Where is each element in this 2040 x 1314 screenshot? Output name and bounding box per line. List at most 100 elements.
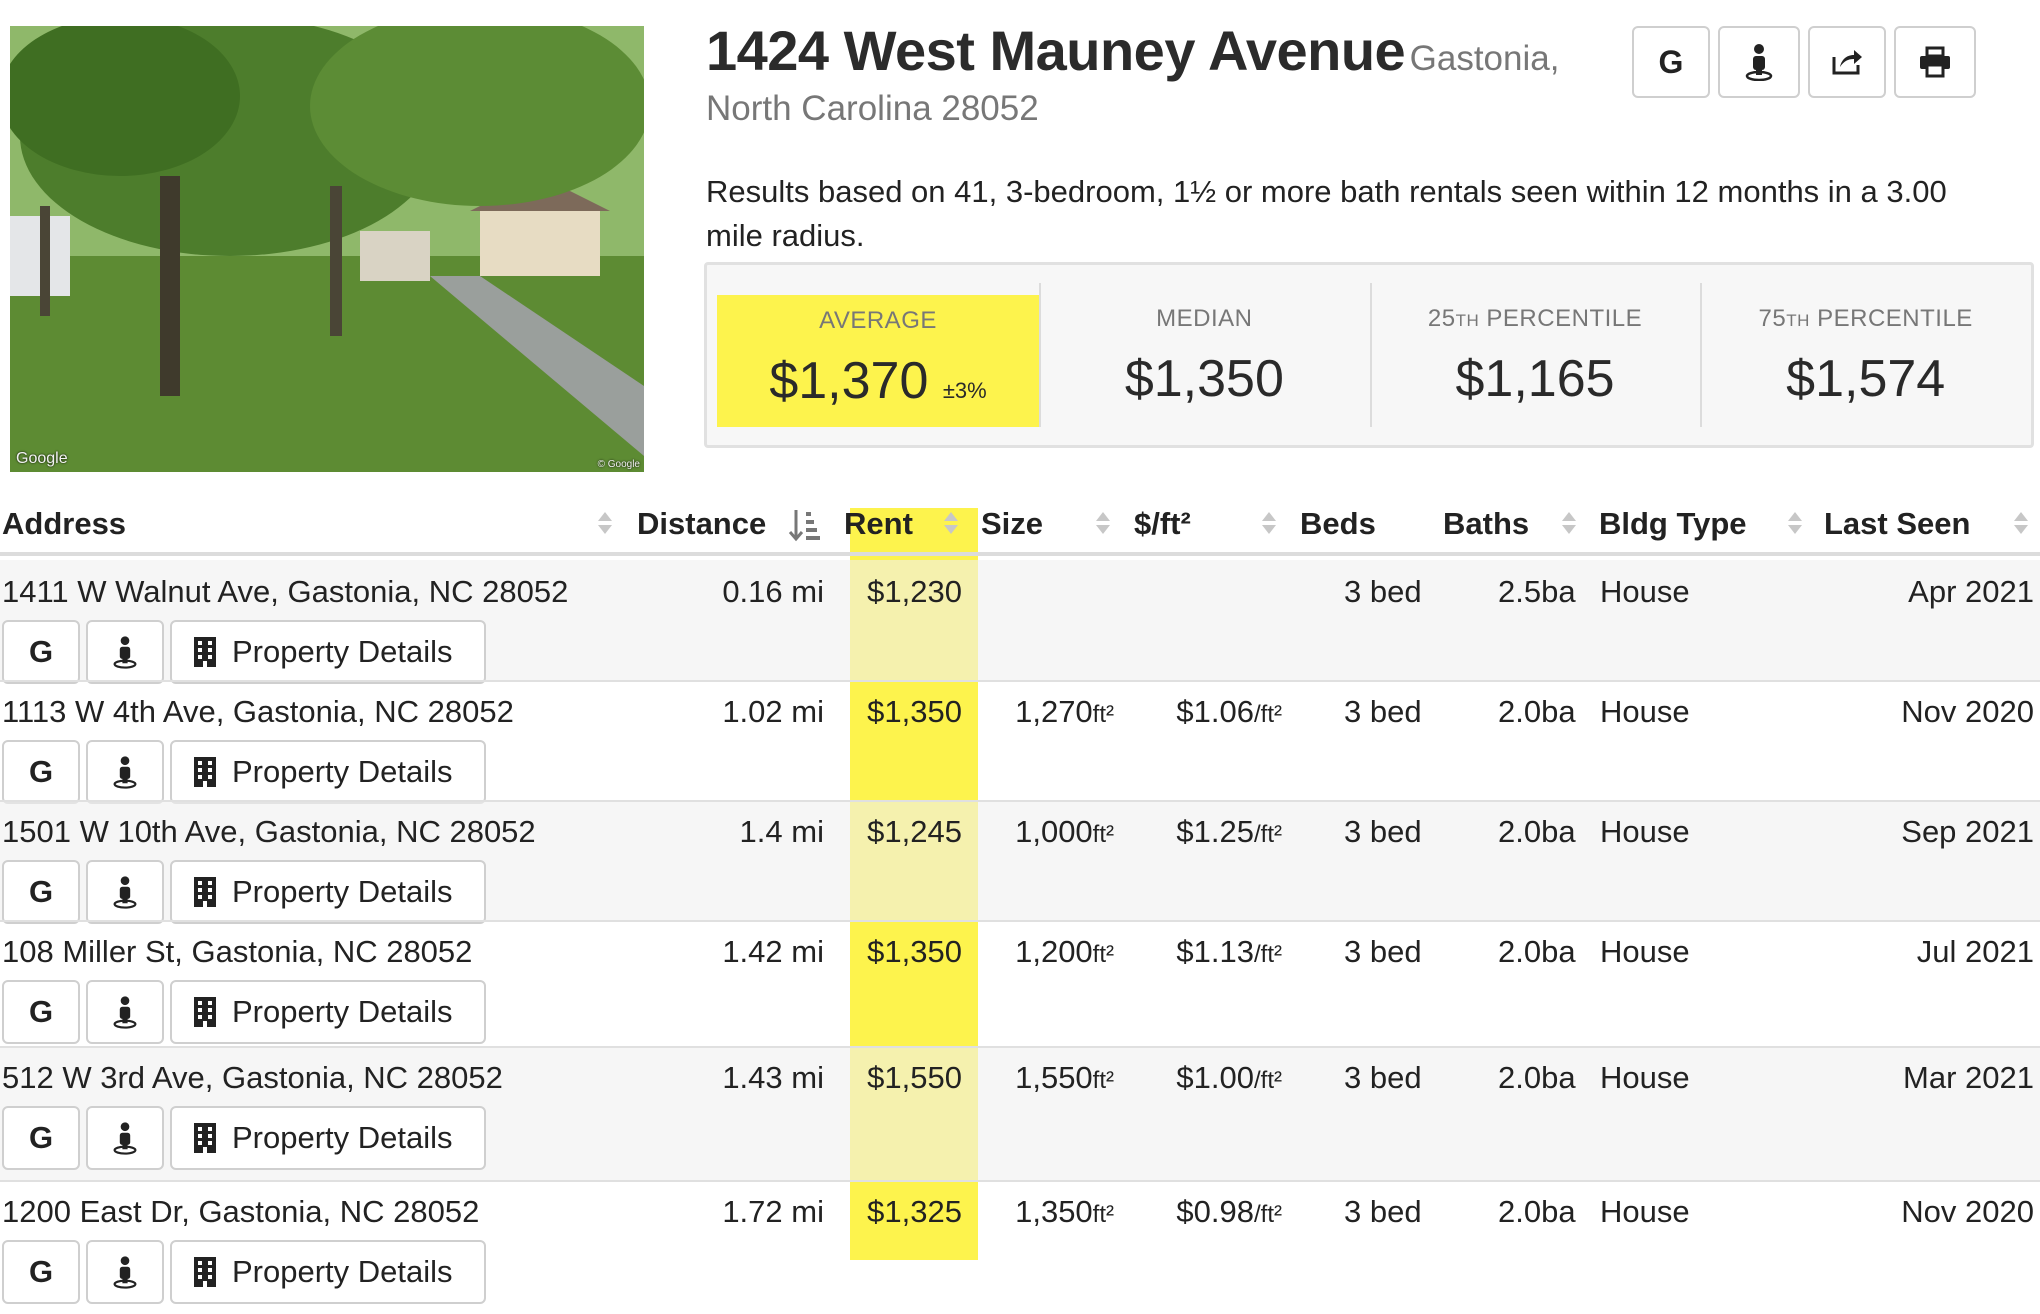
- stat-25th-value: $1,165: [1455, 350, 1615, 408]
- row-last-seen: Nov 2020: [1901, 694, 2034, 729]
- street-view-button[interactable]: [1718, 26, 1800, 98]
- google-icon: G: [28, 1254, 54, 1289]
- google-search-button[interactable]: G: [1632, 26, 1710, 98]
- property-details-button[interactable]: Property Details: [170, 980, 486, 1044]
- row-beds: 3 bed: [1344, 1194, 1422, 1229]
- photo-copyright: © Google: [597, 459, 640, 470]
- google-icon: G: [1658, 43, 1684, 80]
- column-header-bldg-type[interactable]: Bldg Type: [1599, 506, 1747, 542]
- stat-median-label: MEDIAN: [1156, 305, 1253, 332]
- stat-median-value: $1,350: [1124, 350, 1284, 408]
- stat-75th-value: $1,574: [1786, 350, 1946, 408]
- row-distance: 1.02 mi: [722, 694, 824, 729]
- building-icon: [194, 1257, 216, 1287]
- sort-arrows-icon[interactable]: [598, 512, 612, 536]
- stat-average-margin: ±3%: [942, 378, 987, 403]
- property-details-button[interactable]: Property Details: [170, 860, 486, 924]
- column-header-beds[interactable]: Beds: [1300, 506, 1376, 542]
- column-header-price-per-sqft[interactable]: $/ft²: [1134, 506, 1191, 542]
- column-header-baths[interactable]: Baths: [1443, 506, 1529, 542]
- row-baths: 2.5ba: [1498, 574, 1576, 609]
- row-beds: 3 bed: [1344, 694, 1422, 729]
- google-search-button[interactable]: G: [2, 740, 80, 804]
- row-size: 1,270ft²: [1015, 694, 1114, 729]
- row-beds: 3 bed: [1344, 814, 1422, 849]
- table-row: 1501 W 10th Ave, Gastonia, NC 28052 1.4 m…: [0, 800, 2040, 924]
- row-actions: G Property Details: [2, 740, 486, 804]
- row-address: 1113 W 4th Ave, Gastonia, NC 28052: [2, 694, 514, 729]
- row-divider: [0, 1180, 2040, 1182]
- property-title: 1424 West Mauney Avenue Gastonia, North …: [706, 18, 1606, 129]
- property-details-label: Property Details: [232, 1120, 453, 1155]
- street-view-button[interactable]: [86, 740, 164, 804]
- street-scene-image: [10, 26, 644, 472]
- row-baths: 2.0ba: [1498, 934, 1576, 969]
- row-address: 108 Miller St, Gastonia, NC 28052: [2, 934, 473, 969]
- sort-arrows-icon[interactable]: [1096, 512, 1110, 536]
- street-view-button[interactable]: [86, 620, 164, 684]
- row-price-per-sqft: $1.13/ft²: [1176, 934, 1282, 969]
- building-icon: [194, 757, 216, 787]
- street-view-button[interactable]: [86, 980, 164, 1044]
- table-header: Address Distance Rent Size $/ft² Beds Ba…: [0, 496, 2040, 556]
- row-size: 1,000ft²: [1015, 814, 1114, 849]
- row-last-seen: Mar 2021: [1903, 1060, 2034, 1095]
- row-baths: 2.0ba: [1498, 1060, 1576, 1095]
- property-details-button[interactable]: Property Details: [170, 740, 486, 804]
- sort-arrows-icon[interactable]: [1562, 512, 1576, 536]
- table-row: 1411 W Walnut Ave, Gastonia, NC 28052 0.1…: [0, 560, 2040, 684]
- row-distance: 0.16 mi: [722, 574, 824, 609]
- column-header-rent[interactable]: Rent: [844, 506, 913, 542]
- row-divider: [0, 680, 2040, 682]
- column-header-last-seen[interactable]: Last Seen: [1824, 506, 1970, 542]
- column-header-distance[interactable]: Distance: [637, 506, 766, 542]
- stat-median: MEDIAN $1,350: [1039, 265, 1370, 445]
- row-price-per-sqft: $1.25/ft²: [1176, 814, 1282, 849]
- rent-stats-panel: AVERAGE $1,370 ±3% MEDIAN $1,350 25TH PE…: [704, 262, 2034, 448]
- street-view-button[interactable]: [86, 860, 164, 924]
- google-search-button[interactable]: G: [2, 860, 80, 924]
- google-search-button[interactable]: G: [2, 620, 80, 684]
- property-details-button[interactable]: Property Details: [170, 1106, 486, 1170]
- row-bldg-type: House: [1600, 814, 1690, 849]
- column-header-address[interactable]: Address: [2, 506, 126, 542]
- google-search-button[interactable]: G: [2, 980, 80, 1044]
- column-header-size[interactable]: Size: [981, 506, 1043, 542]
- property-details-button[interactable]: Property Details: [170, 1240, 486, 1304]
- google-icon: G: [28, 634, 54, 669]
- row-actions: G Property Details: [2, 620, 486, 684]
- street-view-button[interactable]: [86, 1106, 164, 1170]
- row-bldg-type: House: [1600, 934, 1690, 969]
- sort-arrows-icon[interactable]: [1262, 512, 1276, 536]
- row-price-per-sqft: $0.98/ft²: [1176, 1194, 1282, 1229]
- stat-25th-label: 25TH PERCENTILE: [1427, 305, 1643, 332]
- google-search-button[interactable]: G: [2, 1240, 80, 1304]
- building-icon: [194, 877, 216, 907]
- row-rent: $1,350: [867, 694, 962, 729]
- row-address: 1411 W Walnut Ave, Gastonia, NC 28052: [2, 574, 569, 609]
- google-icon: G: [28, 874, 54, 909]
- street-view-person-icon: [113, 876, 137, 909]
- sort-arrows-icon[interactable]: [944, 512, 958, 536]
- sort-arrows-icon[interactable]: [1788, 512, 1802, 536]
- row-rent: $1,230: [867, 574, 962, 609]
- sort-ascending-icon[interactable]: [788, 508, 822, 542]
- sort-arrows-icon[interactable]: [2014, 512, 2028, 536]
- street-view-person-icon: [113, 1256, 137, 1289]
- row-rent: $1,245: [867, 814, 962, 849]
- row-price-per-sqft: $1.00/ft²: [1176, 1060, 1282, 1095]
- print-button[interactable]: [1894, 26, 1976, 98]
- share-button[interactable]: [1808, 26, 1886, 98]
- row-address: 1200 East Dr, Gastonia, NC 28052: [2, 1194, 480, 1229]
- building-icon: [194, 637, 216, 667]
- property-details-button[interactable]: Property Details: [170, 620, 486, 684]
- street-view-photo[interactable]: Google © Google: [10, 26, 644, 472]
- google-search-button[interactable]: G: [2, 1106, 80, 1170]
- stat-average: AVERAGE $1,370 ±3%: [717, 295, 1039, 427]
- google-icon: G: [28, 994, 54, 1029]
- street-view-button[interactable]: [86, 1240, 164, 1304]
- results-summary: Results based on 41, 3-bedroom, 1½ or mo…: [706, 174, 1947, 253]
- row-actions: G Property Details: [2, 980, 486, 1044]
- property-street: 1424 West Mauney Avenue: [706, 19, 1406, 82]
- stat-25th-percentile: 25TH PERCENTILE $1,165: [1369, 265, 1701, 445]
